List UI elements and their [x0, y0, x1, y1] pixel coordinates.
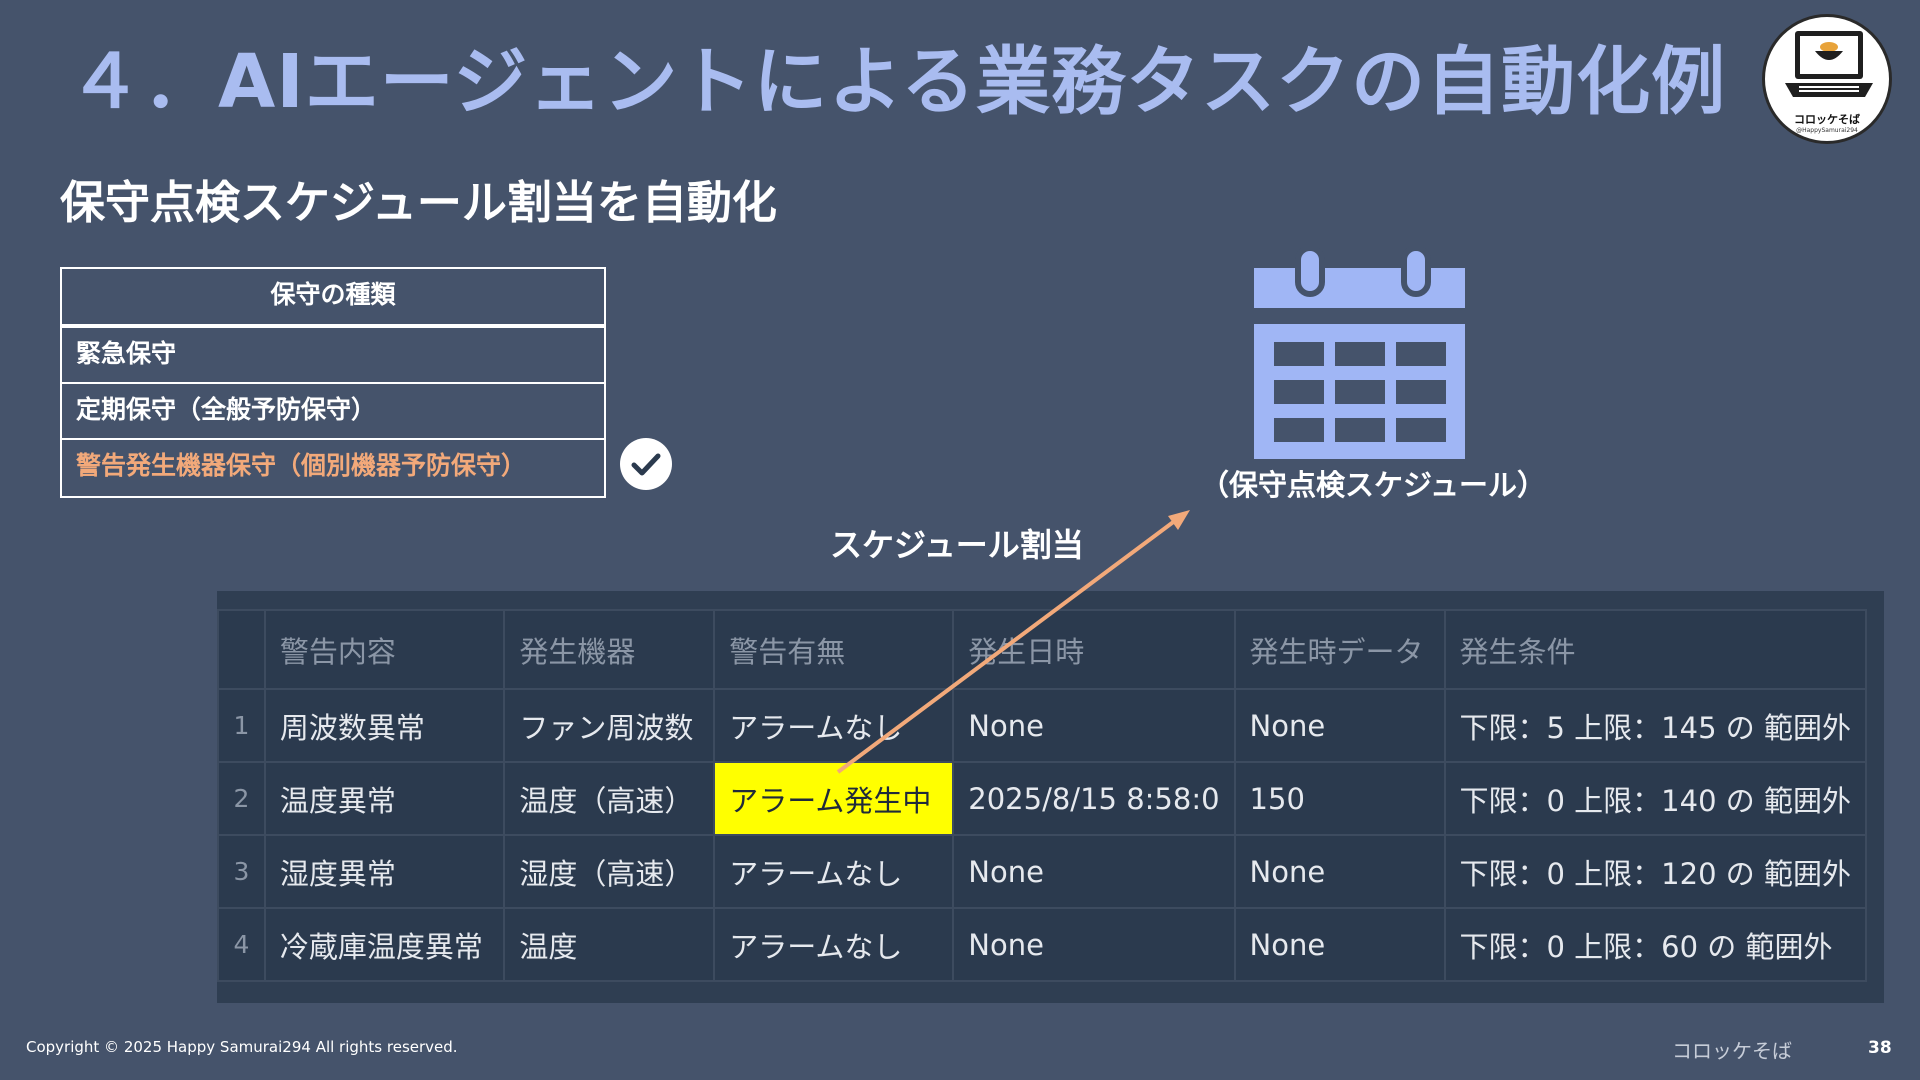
column-header-alert-content: 警告内容 — [263, 609, 506, 690]
table-cell: アラームなし — [713, 907, 955, 982]
table-row: 1 周波数異常 ファン周波数 アラームなし None None 下限：5 上限：… — [217, 688, 1867, 763]
table-cell: アラームなし — [713, 834, 955, 909]
maintenance-row-emergency: 緊急保守 — [62, 326, 604, 382]
table-cell: 2 — [217, 761, 266, 836]
table-cell: 1 — [217, 688, 266, 763]
column-header-device: 発生機器 — [503, 609, 716, 690]
table-cell: 湿度異常 — [263, 834, 506, 909]
alarm-status-cell: アラーム発生中 — [713, 761, 955, 836]
column-header-datetime: 発生日時 — [952, 609, 1236, 690]
table-cell: 周波数異常 — [263, 688, 506, 763]
column-header-data: 発生時データ — [1233, 609, 1446, 690]
laptop-noodle-bowl-icon — [1785, 31, 1873, 97]
calendar-label: （保守点検スケジュール） — [1200, 468, 1546, 502]
table-cell: None — [952, 688, 1236, 763]
table-cell: ファン周波数 — [503, 688, 716, 763]
table-cell: 冷蔵庫温度異常 — [263, 907, 506, 982]
table-cell: None — [952, 834, 1236, 909]
calendar-icon — [1254, 246, 1465, 459]
alert-table-panel: 警告内容 発生機器 警告有無 発生日時 発生時データ 発生条件 1 周波数異常 … — [217, 591, 1884, 1003]
table-row: 4 冷蔵庫温度異常 温度 アラームなし None None 下限：0 上限：60… — [217, 907, 1867, 982]
table-cell: 下限：0 上限：60 の 範囲外 — [1443, 907, 1867, 982]
column-header-index — [217, 609, 266, 690]
table-cell: 湿度（高速） — [503, 834, 716, 909]
logo-caption: コロッケそば — [1794, 113, 1860, 126]
table-row: 2 温度異常 温度（高速） アラーム発生中 2025/8/15 8:58:0 1… — [217, 761, 1867, 836]
table-cell: 3 — [217, 834, 266, 909]
table-cell: None — [1233, 834, 1446, 909]
table-cell: 温度異常 — [263, 761, 506, 836]
table-cell: 150 — [1233, 761, 1446, 836]
alert-table: 警告内容 発生機器 警告有無 発生日時 発生時データ 発生条件 1 周波数異常 … — [217, 609, 1867, 982]
maintenance-table-header: 保守の種類 — [62, 269, 604, 326]
table-cell: 下限：0 上限：140 の 範囲外 — [1443, 761, 1867, 836]
logo-handle: @HappySamurai294 — [1796, 127, 1858, 134]
column-header-condition: 発生条件 — [1443, 609, 1867, 690]
table-cell: 下限：5 上限：145 の 範囲外 — [1443, 688, 1867, 763]
table-cell: 下限：0 上限：120 の 範囲外 — [1443, 834, 1867, 909]
column-header-alert-status: 警告有無 — [713, 609, 955, 690]
logo: コロッケそば @HappySamurai294 — [1762, 14, 1892, 144]
maintenance-row-periodic: 定期保守（全般予防保守） — [62, 382, 604, 438]
footer-brand: コロッケそば — [1672, 1039, 1792, 1063]
schedule-assign-label: スケジュール割当 — [830, 526, 1084, 564]
slide-title: ４．AIエージェントによる業務タスクの自動化例 — [68, 39, 1727, 125]
table-cell: None — [952, 907, 1236, 982]
maintenance-row-alert-device: 警告発生機器保守（個別機器予防保守） — [62, 438, 604, 496]
table-cell: 温度 — [503, 907, 716, 982]
table-cell: 温度（高速） — [503, 761, 716, 836]
check-icon — [620, 438, 672, 490]
slide-subtitle: 保守点検スケジュール割当を自動化 — [60, 176, 777, 229]
alert-table-header-row: 警告内容 発生機器 警告有無 発生日時 発生時データ 発生条件 — [217, 609, 1867, 690]
table-cell: None — [1233, 688, 1446, 763]
table-cell: None — [1233, 907, 1446, 982]
table-cell: アラームなし — [713, 688, 955, 763]
copyright-text: Copyright © 2025 Happy Samurai294 All ri… — [26, 1038, 458, 1056]
maintenance-type-table: 保守の種類 緊急保守 定期保守（全般予防保守） 警告発生機器保守（個別機器予防保… — [60, 267, 606, 498]
table-cell: 4 — [217, 907, 266, 982]
page-number: 38 — [1868, 1038, 1892, 1058]
table-cell: 2025/8/15 8:58:0 — [952, 761, 1236, 836]
table-row: 3 湿度異常 湿度（高速） アラームなし None None 下限：0 上限：1… — [217, 834, 1867, 909]
